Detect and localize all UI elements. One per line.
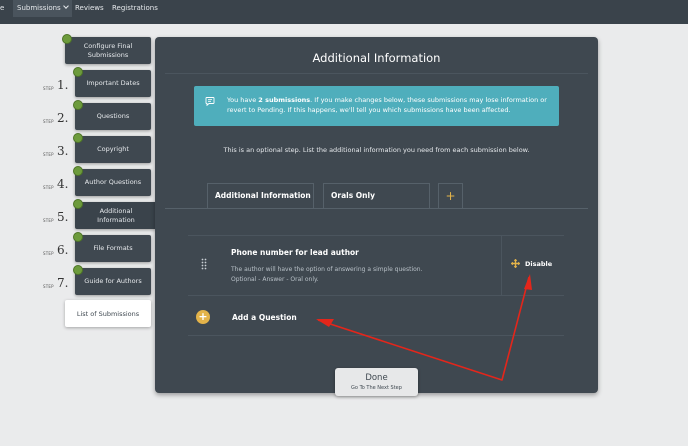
- main-panel: Additional Information You have 2 submis…: [155, 37, 598, 393]
- step-configure-final-submissions[interactable]: Configure Final Submissions: [65, 37, 151, 64]
- step-number: 7.: [57, 276, 69, 290]
- plus-icon: +: [196, 310, 210, 324]
- info-text-prefix: You have: [227, 96, 259, 104]
- step-file-formats[interactable]: File Formats: [75, 235, 151, 262]
- step-complete-dot: [73, 67, 83, 77]
- optional-step-text: This is an optional step. List the addit…: [223, 146, 530, 154]
- step-word: STEP: [43, 119, 54, 124]
- nav-item-submissions-label: Submissions: [17, 4, 61, 12]
- add-question-label: Add a Question: [232, 312, 297, 322]
- question-desc-line: Optional - Answer - Oral only.: [231, 276, 319, 283]
- step-complete-dot: [73, 166, 83, 176]
- divider: [188, 335, 564, 336]
- step-questions[interactable]: Questions: [75, 103, 151, 130]
- info-text-count: 2 submissions: [258, 96, 311, 104]
- step-label: Additional Information: [97, 206, 135, 224]
- top-nav: e Submissions Reviews Registrations: [0, 0, 688, 24]
- divider: [501, 235, 502, 296]
- chat-bubble-icon: [205, 97, 215, 106]
- question-description: The author will have the option of answe…: [231, 265, 423, 285]
- step-label: Author Questions: [84, 178, 142, 186]
- step-word: STEP: [43, 152, 54, 157]
- step-number: 2.: [57, 111, 69, 125]
- step-important-dates[interactable]: Important Dates: [75, 70, 151, 97]
- tab-orals-only[interactable]: Orals Only: [323, 183, 430, 208]
- step-word: STEP: [43, 185, 54, 190]
- step-complete-dot: [73, 199, 83, 209]
- nav-item-registrations[interactable]: Registrations: [112, 0, 158, 17]
- step-label: Configure Final Submissions: [83, 41, 133, 59]
- step-complete-dot: [73, 100, 83, 110]
- step-additional-information[interactable]: Additional Information: [75, 202, 157, 229]
- step-number: 1.: [57, 78, 69, 92]
- nav-item-partial[interactable]: e: [0, 0, 4, 17]
- step-number: 4.: [57, 177, 69, 191]
- done-subtitle: Go To The Next Step: [351, 385, 402, 391]
- page-title: Additional Information: [312, 51, 441, 65]
- step-label: Copyright: [97, 145, 129, 153]
- step-complete-dot: [73, 133, 83, 143]
- list-of-submissions-button[interactable]: List of Submissions: [65, 300, 151, 327]
- step-guide-for-authors[interactable]: Guide for Authors: [75, 268, 151, 295]
- divider: [165, 73, 588, 74]
- step-copyright[interactable]: Copyright: [75, 136, 151, 163]
- move-arrows-icon: [511, 259, 520, 268]
- step-label: Questions: [96, 112, 130, 120]
- question-row: Phone number for lead author The author …: [188, 235, 564, 296]
- tab-additional-information[interactable]: Additional Information: [207, 183, 314, 208]
- add-tab-button[interactable]: +: [438, 183, 463, 208]
- step-complete-dot: [62, 34, 72, 44]
- chevron-down-icon: [62, 3, 69, 9]
- divider: [188, 295, 564, 296]
- step-label: Important Dates: [86, 79, 140, 87]
- add-question-button[interactable]: + Add a Question: [196, 310, 297, 324]
- disable-button[interactable]: Disable: [511, 259, 552, 268]
- step-word: STEP: [43, 284, 54, 289]
- step-complete-dot: [73, 232, 83, 242]
- step-word: STEP: [43, 218, 54, 223]
- step-number: 6.: [57, 243, 69, 257]
- drag-handle-icon[interactable]: [201, 258, 207, 270]
- disable-label: Disable: [525, 259, 553, 268]
- divider: [188, 235, 564, 236]
- done-button[interactable]: Done Go To The Next Step: [335, 368, 418, 396]
- tab-bar-divider: [165, 208, 588, 209]
- info-banner: You have 2 submissions. If you make chan…: [194, 86, 559, 126]
- step-number: 5.: [57, 210, 69, 224]
- step-complete-dot: [73, 265, 83, 275]
- done-title: Done: [365, 373, 388, 383]
- question-title[interactable]: Phone number for lead author: [231, 248, 359, 257]
- step-author-questions[interactable]: Author Questions: [75, 169, 151, 196]
- step-label: Guide for Authors: [84, 277, 142, 285]
- step-word: STEP: [43, 86, 54, 91]
- step-label: File Formats: [93, 244, 133, 252]
- question-desc-line: The author will have the option of answe…: [231, 266, 423, 273]
- nav-item-reviews[interactable]: Reviews: [75, 0, 104, 17]
- step-word: STEP: [43, 251, 54, 256]
- nav-item-submissions[interactable]: Submissions: [13, 0, 72, 17]
- step-number: 3.: [57, 144, 69, 158]
